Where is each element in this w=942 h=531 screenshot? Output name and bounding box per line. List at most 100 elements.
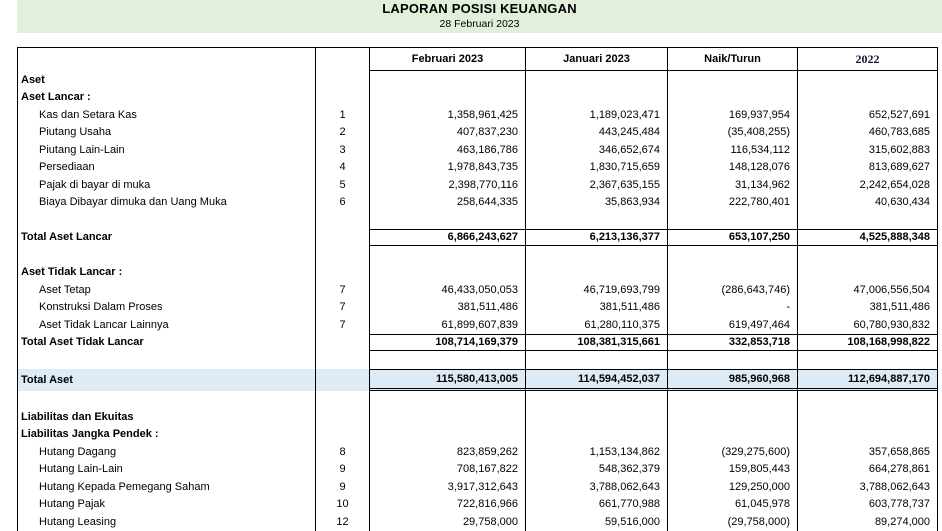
- value-cell-2022: 4,525,888,348: [798, 228, 937, 246]
- table-row: [18, 211, 937, 229]
- row-note-cell: [316, 228, 370, 246]
- value-cell-naik-turun: [668, 408, 798, 426]
- table-row: Konstruksi Dalam Proses 7 381,511,486 381,5…: [18, 298, 937, 316]
- value-cell-2022: [798, 391, 937, 409]
- row-label-cell: Pajak di bayar di muka: [18, 176, 316, 194]
- value-cell-feb2023: 708,167,822: [370, 460, 526, 478]
- value-cell-2022: [798, 89, 937, 107]
- value-cell-naik-turun: -: [668, 298, 798, 316]
- value-cell-2022: 381,511,486: [869, 301, 930, 314]
- value-cell-naik-turun: 619,497,464: [668, 316, 798, 334]
- value-cell-2022: [798, 71, 937, 89]
- report-header-band: LAPORAN POSISI KEUANGAN 28 Februari 2023: [17, 0, 942, 33]
- table-row: Aset: [18, 71, 937, 89]
- row-note-cell: [316, 368, 370, 391]
- value-cell-feb2023: 6,866,243,627: [370, 228, 526, 246]
- value-cell-feb2023: [370, 211, 526, 229]
- row-label-cell: [18, 246, 316, 264]
- value-cell-naik-turun: [668, 88, 798, 106]
- row-label-cell: Kas dan Setara Kas: [18, 106, 316, 124]
- row-label-cell: Piutang Lain-Lain: [18, 141, 316, 159]
- value-cell-naik-turun: [668, 351, 798, 369]
- value-cell-2022: 460,783,685: [868, 126, 930, 139]
- report-date: 28 Februari 2023: [439, 18, 520, 30]
- value-cell-naik-turun: [668, 211, 798, 229]
- row-note-cell: [316, 263, 370, 281]
- table-row: [18, 246, 937, 264]
- value-cell-feb2023: 115,580,413,005: [370, 368, 526, 391]
- row-label-cell: Aset Lancar :: [18, 88, 316, 106]
- row-note-cell: 10: [316, 495, 370, 513]
- value-cell-feb2023: [370, 425, 526, 443]
- value-cell-2022: 40,630,434: [874, 196, 930, 209]
- table-row: Total Aset 115,580,413,005 114,594,452,037…: [18, 368, 937, 391]
- row-note-cell: 9: [316, 460, 370, 478]
- column-header-jan2023: Januari 2023: [526, 48, 668, 71]
- row-label-cell: Hutang Dagang: [18, 443, 316, 461]
- value-cell-naik-turun: [668, 425, 798, 443]
- value-cell-jan2023: [526, 425, 668, 443]
- table-row: Total Aset Lancar 6,866,243,627 6,213,136,…: [18, 228, 937, 246]
- row-label-cell: [18, 211, 316, 229]
- value-cell-2022: 664,278,861: [868, 463, 930, 476]
- value-cell-feb2023: [370, 88, 526, 106]
- table-row: Piutang Lain-Lain 3 463,186,786 346,652,674…: [18, 141, 937, 159]
- value-cell-feb2023: 381,511,486: [370, 298, 526, 316]
- value-cell-2022: 603,778,737: [868, 498, 930, 511]
- table-row: Liabilitas Jangka Pendek :: [18, 425, 937, 443]
- value-cell-jan2023: 108,381,315,661: [526, 333, 668, 351]
- value-cell-naik-turun: 653,107,250: [668, 228, 798, 246]
- value-cell-jan2023: 1,189,023,471: [526, 106, 668, 124]
- value-cell-feb2023: 1,358,961,425: [370, 106, 526, 124]
- value-cell-2022: 315,602,883: [868, 143, 930, 156]
- value-cell-jan2023: 1,153,134,862: [526, 443, 668, 461]
- table-row: Persediaan 4 1,978,843,735 1,830,715,659 148…: [18, 158, 937, 176]
- value-cell-2022: 60,780,930,832: [853, 318, 930, 331]
- value-cell-naik-turun: 129,250,000: [668, 478, 798, 496]
- value-cell-naik-turun: 332,853,718: [668, 333, 798, 351]
- value-cell-jan2023: 59,516,000: [526, 513, 668, 531]
- value-cell-naik-turun: (35,408,255): [668, 123, 798, 141]
- value-cell-jan2023: 661,770,988: [526, 495, 668, 513]
- value-cell-feb2023: [370, 246, 526, 264]
- row-note-cell: 4: [316, 158, 370, 176]
- row-note-cell: 2: [316, 123, 370, 141]
- value-cell-naik-turun: 222,780,401: [668, 193, 798, 211]
- value-cell-jan2023: [526, 211, 668, 229]
- table-row: Aset Tetap 7 46,433,050,053 46,719,693,799(…: [18, 281, 937, 299]
- row-note-cell: [316, 351, 370, 369]
- value-cell-naik-turun: 116,534,112: [668, 141, 798, 159]
- value-cell-naik-turun: [668, 71, 798, 89]
- header-label-cell: [18, 48, 316, 71]
- column-header-naik-turun: Naik/Turun: [668, 48, 798, 71]
- value-cell-2022: 108,168,998,822: [798, 333, 937, 351]
- row-label-cell: [18, 390, 316, 408]
- row-label-cell: Total Aset Tidak Lancar: [18, 333, 316, 351]
- value-cell-naik-turun: 148,128,076: [668, 158, 798, 176]
- column-header-2022: 2022: [798, 48, 937, 71]
- row-label-cell: Konstruksi Dalam Proses: [18, 298, 316, 316]
- value-cell-jan2023: [526, 390, 668, 408]
- value-cell-jan2023: 6,213,136,377: [526, 228, 668, 246]
- row-label-cell: Aset Tetap: [18, 281, 316, 299]
- value-cell-naik-turun: [668, 246, 798, 264]
- value-cell-jan2023: [526, 408, 668, 426]
- value-cell-2022: [798, 408, 937, 426]
- value-cell-2022: 47,006,556,504: [853, 283, 930, 296]
- row-note-cell: [316, 390, 370, 408]
- value-cell-2022: 813,689,627: [868, 161, 930, 174]
- table-row: Aset Tidak Lancar Lainnya 7 61,899,607,839…: [18, 316, 937, 334]
- value-cell-naik-turun: [668, 263, 798, 281]
- row-note-cell: [316, 71, 370, 89]
- header-note-cell: [316, 48, 370, 71]
- row-label-cell: Total Aset: [18, 368, 316, 391]
- column-header-feb2023: Februari 2023: [370, 48, 526, 71]
- value-cell-jan2023: 381,511,486: [526, 298, 668, 316]
- value-cell-feb2023: [370, 263, 526, 281]
- value-cell-naik-turun: 985,960,968: [668, 368, 798, 391]
- row-note-cell: 12: [316, 513, 370, 531]
- row-label-cell: Persediaan: [18, 158, 316, 176]
- row-label-cell: Hutang Lain-Lain: [18, 460, 316, 478]
- row-note-cell: 5: [316, 176, 370, 194]
- financial-table: Februari 2023 Januari 2023 Naik/Turun 2022 A…: [17, 47, 938, 531]
